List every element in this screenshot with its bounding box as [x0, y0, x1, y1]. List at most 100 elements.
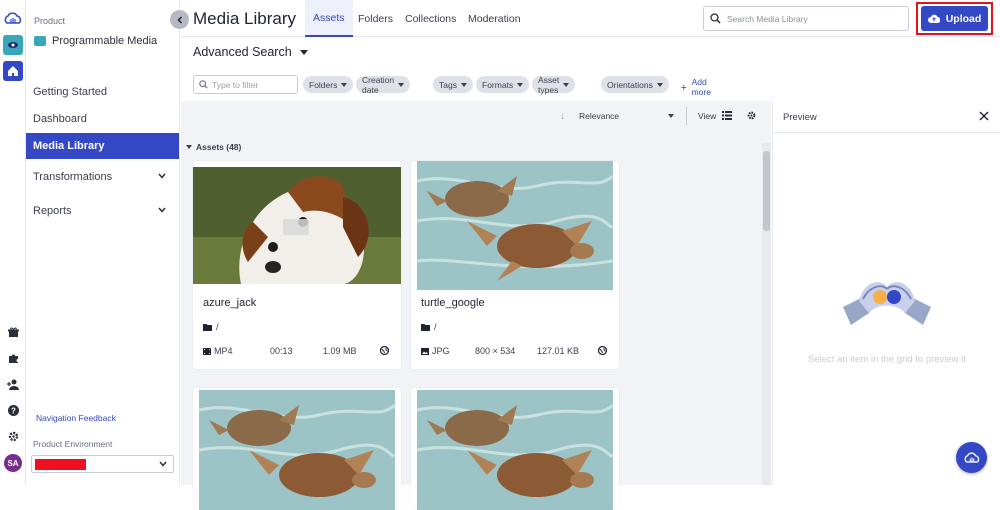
- gift-icon[interactable]: [6, 325, 20, 339]
- filter-chip-formats[interactable]: Formats: [476, 76, 530, 93]
- environment-select[interactable]: [31, 455, 174, 473]
- scrollbar-thumb[interactable]: [763, 151, 770, 231]
- grid-scrollbar[interactable]: [762, 143, 771, 485]
- caret-down-icon: [517, 82, 524, 87]
- filter-chip-asset-types[interactable]: Asset types: [532, 74, 576, 95]
- asset-size: 127.01 KB: [537, 346, 580, 356]
- programmable-media-icon: [34, 36, 46, 46]
- caret-down-icon: [341, 82, 348, 87]
- tab-collections[interactable]: Collections: [397, 0, 464, 37]
- navigation-feedback-link[interactable]: Navigation Feedback: [36, 413, 116, 423]
- assets-section-header[interactable]: Assets (48): [186, 142, 241, 152]
- asset-format: JPG: [421, 346, 450, 356]
- asset-grid: ↓ Relevance View Assets (48) azure_jack …: [181, 101, 771, 510]
- sidebar-item-dashboard[interactable]: Dashboard: [26, 106, 179, 132]
- asset-path-text: /: [216, 322, 219, 332]
- asset-card-turtle-google[interactable]: turtle_google / JPG 800 × 534 127.01 KB: [411, 161, 619, 369]
- search-input[interactable]: Search Media Library: [703, 6, 909, 31]
- chip-label: Tags: [439, 79, 457, 90]
- product-name: Programmable Media: [52, 35, 158, 47]
- list-view-icon[interactable]: [722, 111, 732, 120]
- filter-chip-orientations[interactable]: Orientations: [601, 76, 669, 93]
- chip-label: Orientations: [607, 79, 653, 90]
- asset-thumbnail[interactable]: [199, 390, 395, 510]
- search-placeholder: Search Media Library: [727, 13, 808, 24]
- sidebar-item-label: Media Library: [33, 140, 105, 152]
- preview-hint: Select an item in the grid to preview it: [808, 354, 966, 365]
- asset-card-azure-jack[interactable]: azure_jack / MP4 00:13 1.09 MB: [193, 161, 401, 369]
- preview-title: Preview: [783, 112, 817, 123]
- product-label: Product: [34, 16, 66, 26]
- asset-format-text: MP4: [214, 346, 233, 356]
- upload-label: Upload: [945, 12, 982, 25]
- folder-icon: [203, 323, 212, 331]
- asset-path: /: [421, 322, 437, 332]
- programmable-media-icon[interactable]: [3, 35, 23, 55]
- tab-moderation[interactable]: Moderation: [460, 0, 529, 37]
- puzzle-icon[interactable]: [6, 351, 20, 365]
- tab-folders[interactable]: Folders: [350, 0, 401, 37]
- filter-chip-creation-date[interactable]: Creation date: [356, 75, 411, 95]
- sidebar-item-reports[interactable]: Reports: [26, 198, 179, 224]
- tab-label: Moderation: [468, 12, 521, 25]
- tab-label: Collections: [405, 12, 457, 25]
- asset-card[interactable]: [193, 388, 401, 510]
- chip-label: Asset types: [538, 74, 560, 95]
- user-avatar[interactable]: SA: [4, 454, 22, 472]
- close-icon[interactable]: [979, 111, 989, 121]
- preview-header: Preview: [773, 101, 1000, 133]
- image-icon: [421, 347, 429, 355]
- sidebar-item-transformations[interactable]: Transformations: [26, 164, 179, 190]
- sidebar: Product Programmable Media Getting Start…: [26, 0, 180, 485]
- chip-label: Formats: [482, 79, 514, 90]
- asset-format: MP4: [203, 346, 233, 356]
- filter-chip-tags[interactable]: Tags: [433, 76, 473, 93]
- sidebar-item-getting-started[interactable]: Getting Started: [26, 79, 179, 105]
- sidebar-item-media-library[interactable]: Media Library: [26, 133, 179, 159]
- sort-bar: ↓ Relevance View: [181, 101, 771, 131]
- home-icon[interactable]: [3, 61, 23, 81]
- add-more-filters-button[interactable]: Add more: [681, 77, 714, 97]
- caret-down-icon: [460, 82, 467, 87]
- advanced-search-label: Advanced Search: [193, 45, 292, 59]
- add-user-icon[interactable]: [6, 377, 20, 391]
- asset-path-text: /: [434, 322, 437, 332]
- search-icon: [199, 80, 208, 89]
- asset-thumbnail[interactable]: [417, 390, 613, 510]
- chevron-down-icon: [158, 207, 166, 213]
- asset-name: azure_jack: [203, 297, 257, 309]
- cloudinary-logo-icon[interactable]: [3, 8, 23, 28]
- product-switcher[interactable]: Programmable Media: [34, 35, 157, 47]
- upload-button[interactable]: Upload: [921, 6, 988, 31]
- filter-chip-folders[interactable]: Folders: [303, 76, 354, 93]
- search-icon: [710, 13, 721, 24]
- public-globe-icon: [598, 346, 607, 355]
- cloudinary-logo-icon: [964, 452, 979, 463]
- sort-select[interactable]: Relevance: [579, 111, 619, 121]
- caret-down-icon: [398, 82, 405, 87]
- settings-gear-icon[interactable]: [6, 429, 20, 443]
- folder-icon: [421, 323, 430, 331]
- filter-placeholder: Type to filter: [212, 79, 259, 90]
- chevron-down-icon: [159, 461, 167, 467]
- asset-thumbnail[interactable]: [193, 167, 401, 284]
- sidebar-item-label: Getting Started: [33, 86, 107, 98]
- tab-label: Assets: [313, 11, 345, 24]
- cloudinary-assistant-button[interactable]: [956, 442, 987, 473]
- asset-format-text: JPG: [432, 346, 450, 356]
- sidebar-item-label: Dashboard: [33, 113, 87, 125]
- page-title: Media Library: [193, 9, 296, 28]
- sidebar-item-label: Reports: [33, 205, 72, 217]
- asset-thumbnail[interactable]: [417, 161, 613, 290]
- video-icon: [203, 347, 211, 355]
- add-more-label: Add more: [691, 77, 711, 97]
- tab-assets[interactable]: Assets: [305, 0, 353, 37]
- caret-down-icon: [656, 82, 663, 87]
- filter-input[interactable]: Type to filter: [193, 75, 298, 94]
- help-icon[interactable]: ?: [6, 403, 20, 417]
- asset-card[interactable]: [411, 388, 619, 510]
- grid-settings-gear-icon[interactable]: [747, 111, 756, 120]
- sort-direction-icon[interactable]: ↓: [560, 111, 565, 122]
- asset-path: /: [203, 322, 219, 332]
- advanced-search-toggle[interactable]: Advanced Search: [193, 45, 308, 59]
